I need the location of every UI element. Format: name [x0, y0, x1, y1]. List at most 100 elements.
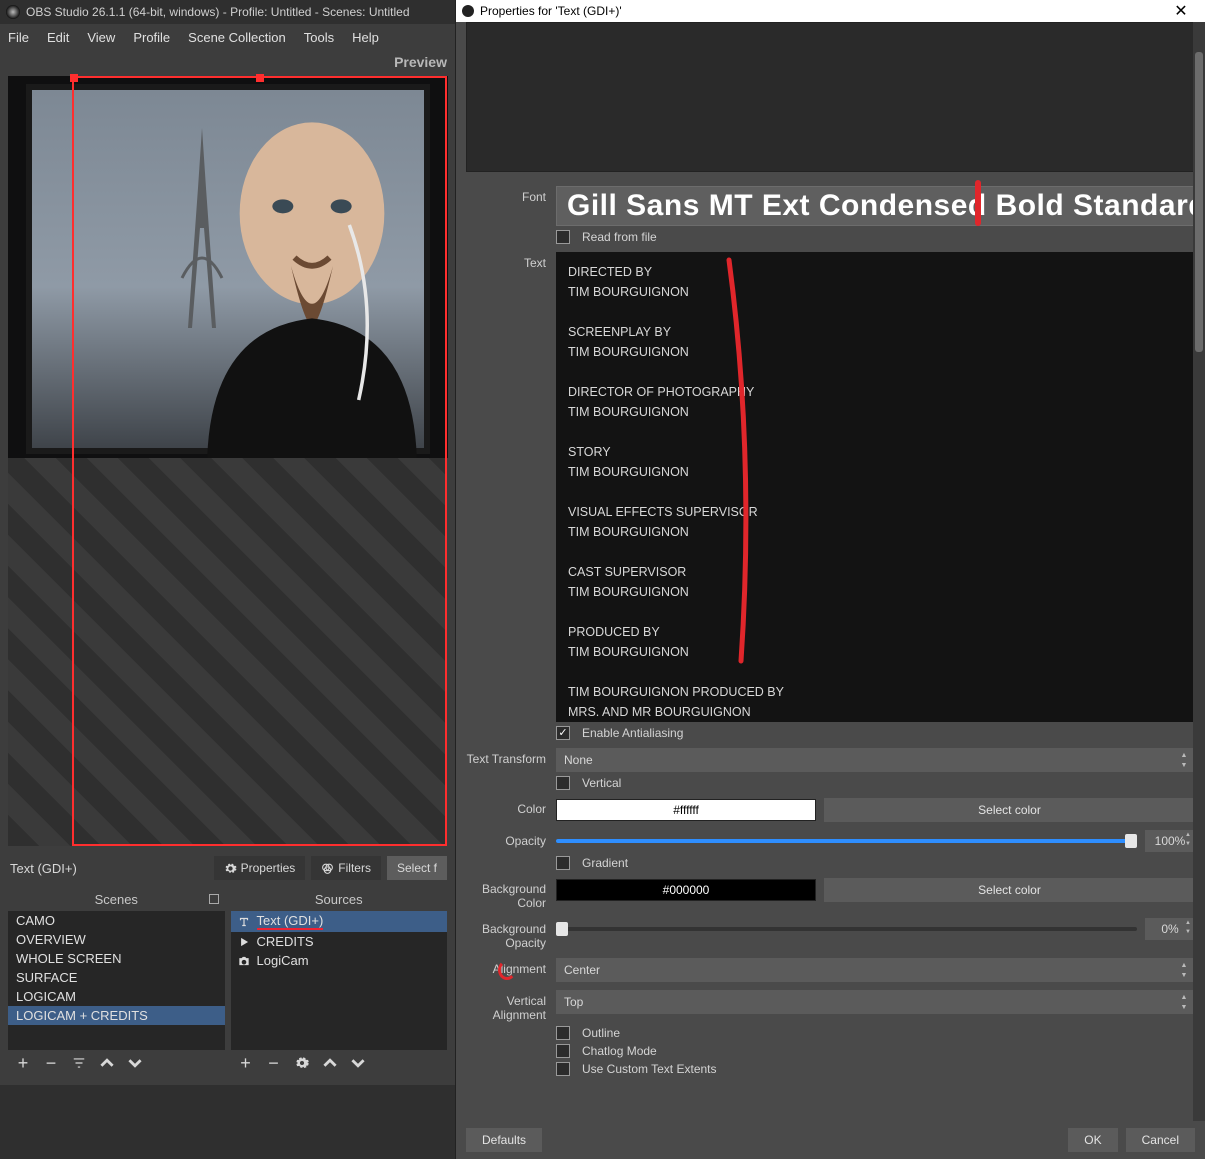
scene-row[interactable]: WHOLE SCREEN	[8, 949, 225, 968]
menu-tools[interactable]: Tools	[304, 30, 334, 45]
menubar: File Edit View Profile Scene Collection …	[0, 24, 455, 50]
menu-help[interactable]: Help	[352, 30, 379, 45]
resize-handle-tl[interactable]	[70, 74, 78, 82]
filter-lines-icon	[72, 1056, 86, 1070]
selection-box[interactable]	[72, 76, 447, 846]
label-font: Font	[456, 186, 556, 204]
select-color-button[interactable]: Select color	[824, 798, 1195, 822]
sources-list[interactable]: Text (GDI+)CREDITSLogiCam	[231, 911, 448, 1050]
properties-preview	[466, 22, 1195, 172]
preview-label: Preview	[0, 50, 455, 70]
menu-scene-collection[interactable]: Scene Collection	[188, 30, 286, 45]
scenes-panel: Scenes CAMOOVERVIEWWHOLE SCREENSURFACELO…	[8, 888, 225, 1076]
source-row[interactable]: LogiCam	[231, 951, 448, 970]
obs-title: OBS Studio 26.1.1 (64-bit, windows) - Pr…	[26, 5, 410, 19]
menu-profile[interactable]: Profile	[133, 30, 170, 45]
gradient-checkbox[interactable]	[556, 856, 570, 870]
scenes-title: Scenes	[8, 888, 225, 911]
resize-handle-tm[interactable]	[256, 74, 264, 82]
popout-icon[interactable]	[209, 894, 219, 904]
annotation-mark	[975, 180, 981, 226]
scenes-footer: + −	[8, 1050, 225, 1076]
valign-select[interactable]: Top ▲▼	[556, 990, 1195, 1014]
opacity-slider[interactable]	[556, 839, 1137, 843]
filters-icon	[321, 862, 334, 875]
antialiasing-checkbox[interactable]	[556, 726, 570, 740]
vertical-checkbox[interactable]	[556, 776, 570, 790]
preview-area[interactable]	[8, 76, 447, 846]
scene-up-button[interactable]	[98, 1056, 116, 1071]
add-scene-button[interactable]: +	[14, 1056, 32, 1070]
source-up-button[interactable]	[321, 1056, 339, 1071]
properties-button[interactable]: Properties	[214, 856, 306, 880]
source-row[interactable]: CREDITS	[231, 932, 448, 951]
properties-form: Font Gill Sans MT Ext Condensed Bold Sta…	[456, 186, 1205, 1076]
scene-row[interactable]: LOGICAM	[8, 987, 225, 1006]
properties-button-label: Properties	[241, 861, 296, 875]
chatlog-label: Chatlog Mode	[582, 1044, 657, 1058]
close-button[interactable]: ✕	[1161, 1, 1201, 21]
ok-button[interactable]: OK	[1068, 1128, 1117, 1152]
remove-scene-button[interactable]: −	[42, 1056, 60, 1070]
alignment-select[interactable]: Center ▲▼	[556, 958, 1195, 982]
source-settings-button[interactable]	[293, 1056, 311, 1071]
dialog-button-bar: Defaults OK Cancel	[456, 1121, 1205, 1159]
label-bgcolor: Background Color	[456, 878, 556, 910]
label-bgopacity: Background Opacity	[456, 918, 556, 950]
bgcolor-swatch[interactable]: #000000	[556, 879, 816, 901]
font-display: Gill Sans MT Ext Condensed Bold Standard	[556, 186, 1205, 226]
scene-row[interactable]: SURFACE	[8, 968, 225, 987]
selected-source-label: Text (GDI+)	[8, 861, 77, 876]
outline-label: Outline	[582, 1026, 620, 1040]
menu-edit[interactable]: Edit	[47, 30, 69, 45]
scene-filters-button[interactable]	[70, 1056, 88, 1071]
color-swatch[interactable]: #ffffff	[556, 799, 816, 821]
menu-view[interactable]: View	[87, 30, 115, 45]
select-bgcolor-button[interactable]: Select color	[824, 878, 1195, 902]
outline-checkbox[interactable]	[556, 1026, 570, 1040]
extents-label: Use Custom Text Extents	[582, 1062, 717, 1076]
bgopacity-value[interactable]: 0%▲▼	[1145, 918, 1195, 940]
source-header: Text (GDI+) Properties Filters Select f	[8, 854, 447, 882]
obs-app-icon	[462, 5, 474, 17]
dialog-scrollbar[interactable]	[1193, 22, 1205, 1121]
properties-dialog: Properties for 'Text (GDI+)' ✕ Font Gill…	[455, 0, 1205, 1159]
antialiasing-label: Enable Antialiasing	[582, 726, 683, 740]
scene-row[interactable]: CAMO	[8, 911, 225, 930]
cancel-button[interactable]: Cancel	[1126, 1128, 1195, 1152]
label-opacity: Opacity	[456, 830, 556, 848]
text-input[interactable]	[556, 252, 1195, 722]
vertical-label: Vertical	[582, 776, 621, 790]
label-color: Color	[456, 798, 556, 816]
scene-down-button[interactable]	[126, 1056, 144, 1071]
chatlog-checkbox[interactable]	[556, 1044, 570, 1058]
read-from-file-checkbox[interactable]	[556, 230, 570, 244]
source-down-button[interactable]	[349, 1056, 367, 1071]
text-transform-select[interactable]: None ▲▼	[556, 748, 1195, 772]
properties-titlebar[interactable]: Properties for 'Text (GDI+)' ✕	[456, 0, 1205, 22]
sources-title: Sources	[231, 888, 448, 911]
sources-footer: + −	[231, 1050, 448, 1076]
source-row[interactable]: Text (GDI+)	[231, 911, 448, 932]
label-transform: Text Transform	[456, 748, 556, 766]
scene-row[interactable]: LOGICAM + CREDITS	[8, 1006, 225, 1025]
add-source-button[interactable]: +	[237, 1056, 255, 1070]
opacity-value[interactable]: 100%▲▼	[1145, 830, 1195, 852]
label-text: Text	[456, 252, 556, 270]
annotation-arc	[498, 960, 516, 980]
remove-source-button[interactable]: −	[265, 1056, 283, 1070]
label-valign: Vertical Alignment	[456, 990, 556, 1022]
gradient-label: Gradient	[582, 856, 628, 870]
defaults-button[interactable]: Defaults	[466, 1128, 542, 1152]
scene-row[interactable]: OVERVIEW	[8, 930, 225, 949]
menu-file[interactable]: File	[8, 30, 29, 45]
extents-checkbox[interactable]	[556, 1062, 570, 1076]
obs-main-window: OBS Studio 26.1.1 (64-bit, windows) - Pr…	[0, 0, 455, 1085]
select-button[interactable]: Select f	[387, 856, 447, 880]
bgopacity-slider[interactable]	[556, 927, 1137, 931]
scenes-list[interactable]: CAMOOVERVIEWWHOLE SCREENSURFACELOGICAMLO…	[8, 911, 225, 1050]
read-from-file-label: Read from file	[582, 230, 657, 244]
filters-button-label: Filters	[338, 861, 371, 875]
filters-button[interactable]: Filters	[311, 856, 381, 880]
sources-panel: Sources Text (GDI+)CREDITSLogiCam + −	[231, 888, 448, 1076]
